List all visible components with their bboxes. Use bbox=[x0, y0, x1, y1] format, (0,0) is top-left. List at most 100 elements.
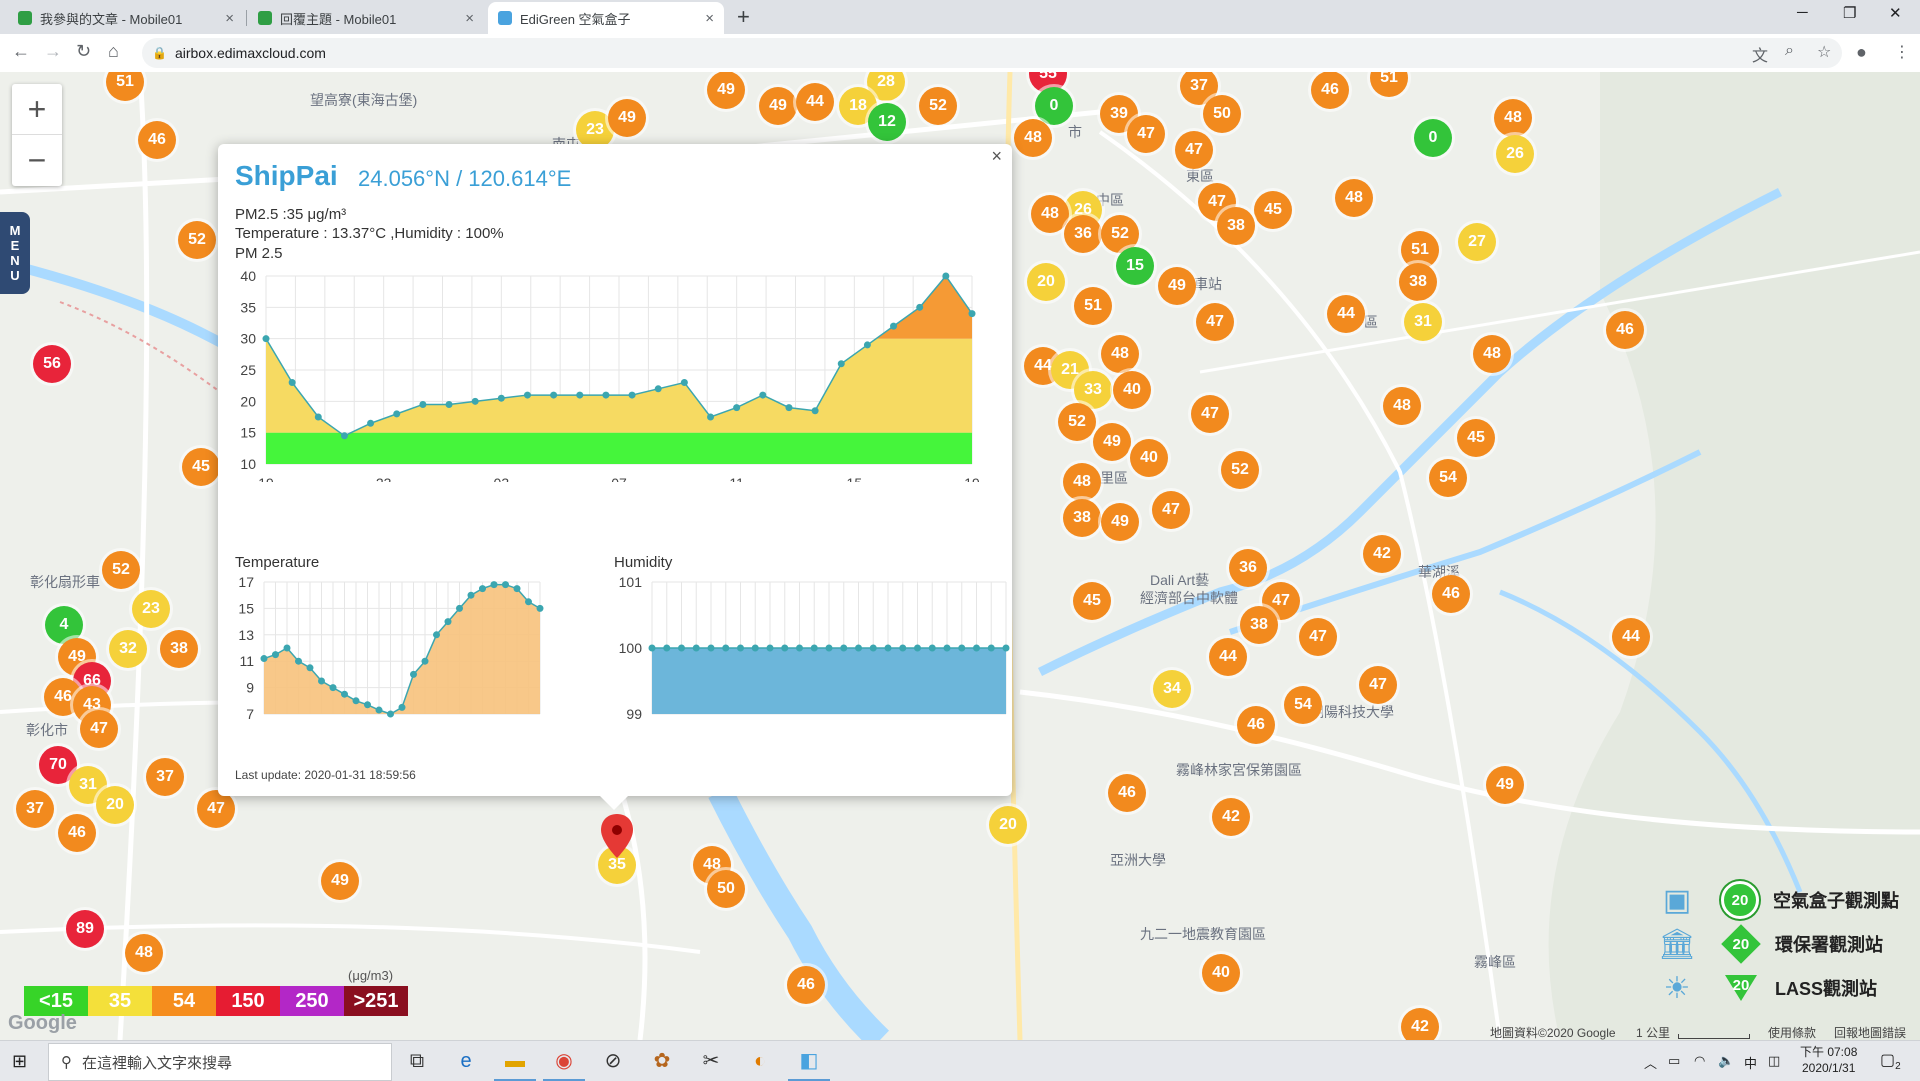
airbox-marker[interactable]: 48 bbox=[1014, 119, 1052, 157]
airbox-marker[interactable]: 44 bbox=[796, 83, 834, 121]
airbox-marker[interactable]: 54 bbox=[1429, 459, 1467, 497]
system-clock[interactable]: 下午 07:08 2020/1/31 bbox=[1800, 1044, 1857, 1076]
notification-icon[interactable]: ▢2 bbox=[1880, 1050, 1901, 1072]
airbox-marker[interactable]: 49 bbox=[759, 87, 797, 125]
airbox-marker[interactable]: 40 bbox=[1202, 954, 1240, 992]
airbox-marker[interactable]: 23 bbox=[132, 590, 170, 628]
airbox-marker[interactable]: 52 bbox=[1058, 403, 1096, 441]
airbox-marker[interactable]: 45 bbox=[1254, 191, 1292, 229]
airbox-marker[interactable]: 47 bbox=[1299, 618, 1337, 656]
airbox-marker[interactable]: 40 bbox=[1113, 371, 1151, 409]
airbox-marker[interactable]: 42 bbox=[1401, 1008, 1439, 1040]
translate-icon[interactable]: 文 bbox=[1752, 42, 1768, 66]
tray-overflow-icon[interactable]: ︿ bbox=[1644, 1053, 1657, 1072]
airbox-marker[interactable]: 44 bbox=[1209, 638, 1247, 676]
airbox-marker[interactable]: 38 bbox=[160, 630, 198, 668]
airbox-marker[interactable]: 48 bbox=[1494, 99, 1532, 137]
ime-indicator[interactable]: 中 bbox=[1744, 1053, 1757, 1072]
airbox-marker[interactable]: 49 bbox=[1101, 503, 1139, 541]
airbox-marker[interactable]: 20 bbox=[96, 786, 134, 824]
airbox-marker[interactable]: 47 bbox=[1359, 666, 1397, 704]
airbox-marker[interactable]: 34 bbox=[1153, 670, 1191, 708]
airbox-marker[interactable]: 47 bbox=[1127, 115, 1165, 153]
reload-icon[interactable]: ↻ bbox=[76, 41, 91, 62]
close-tab-icon[interactable]: × bbox=[225, 10, 234, 27]
airbox-marker[interactable]: 32 bbox=[109, 630, 147, 668]
airbox-marker[interactable]: 38 bbox=[1240, 606, 1278, 644]
popup-close-button[interactable]: × bbox=[991, 146, 1002, 167]
airbox-marker[interactable]: 38 bbox=[1217, 207, 1255, 245]
app-icon-2[interactable]: ✿ bbox=[649, 1048, 675, 1074]
airbox-marker[interactable]: 54 bbox=[1284, 686, 1322, 724]
airbox-marker[interactable]: 52 bbox=[919, 87, 957, 125]
airbox-marker[interactable]: 49 bbox=[1158, 267, 1196, 305]
volume-icon[interactable]: 🔈 bbox=[1718, 1053, 1734, 1069]
airbox-marker[interactable]: 38 bbox=[1063, 499, 1101, 537]
close-tab-icon[interactable]: × bbox=[465, 10, 474, 27]
address-bar[interactable]: 🔒 airbox.edimaxcloud.com bbox=[142, 38, 1842, 68]
menu-button[interactable]: M E N U bbox=[0, 212, 30, 294]
airbox-marker[interactable]: 48 bbox=[1101, 335, 1139, 373]
airbox-marker[interactable]: 49 bbox=[321, 862, 359, 900]
airbox-marker[interactable]: 52 bbox=[1221, 451, 1259, 489]
ime-mode-icon[interactable]: ◫ bbox=[1768, 1053, 1780, 1069]
airbox-marker[interactable]: 49 bbox=[608, 99, 646, 137]
location-pin-icon[interactable] bbox=[600, 814, 634, 860]
airbox-marker[interactable]: 46 bbox=[1108, 774, 1146, 812]
browser-tab-1[interactable]: 我參與的文章 - Mobile01 × bbox=[8, 2, 244, 34]
airbox-marker[interactable]: 0 bbox=[1414, 119, 1452, 157]
airbox-marker[interactable]: 47 bbox=[80, 710, 118, 748]
airbox-marker[interactable]: 48 bbox=[1473, 335, 1511, 373]
airbox-marker[interactable]: 46 bbox=[1237, 706, 1275, 744]
airbox-marker[interactable]: 38 bbox=[1399, 263, 1437, 301]
app-icon-1[interactable]: ⊘ bbox=[600, 1048, 626, 1074]
airbox-marker[interactable]: 26 bbox=[1496, 135, 1534, 173]
airbox-marker[interactable]: 31 bbox=[1404, 303, 1442, 341]
airbox-marker[interactable]: 20 bbox=[1027, 263, 1065, 301]
airbox-marker[interactable]: 47 bbox=[1191, 395, 1229, 433]
airbox-marker[interactable]: 36 bbox=[1229, 549, 1267, 587]
profile-avatar-icon[interactable]: ● bbox=[1856, 42, 1867, 63]
restore-icon[interactable]: ❐ bbox=[1843, 4, 1856, 22]
new-tab-button[interactable]: + bbox=[737, 4, 750, 30]
edge-browser-icon[interactable]: e bbox=[453, 1048, 479, 1074]
airbox-marker[interactable]: 48 bbox=[1063, 463, 1101, 501]
report-map-error-link[interactable]: 回報地圖錯誤 bbox=[1834, 1024, 1906, 1040]
airbox-marker[interactable]: 48 bbox=[1031, 195, 1069, 233]
airbox-marker[interactable]: 49 bbox=[707, 72, 745, 109]
blender-icon[interactable]: ◐ bbox=[747, 1048, 773, 1074]
zoom-in-button[interactable]: + bbox=[12, 84, 62, 134]
back-arrow-icon[interactable]: ← bbox=[12, 41, 30, 62]
chrome-icon[interactable]: ◉ bbox=[543, 1048, 585, 1081]
forward-arrow-icon[interactable]: → bbox=[44, 41, 62, 62]
close-tab-icon[interactable]: × bbox=[705, 10, 714, 27]
battery-icon[interactable]: ▭ bbox=[1668, 1053, 1680, 1069]
minimize-icon[interactable]: ─ bbox=[1797, 4, 1808, 21]
zoom-icon[interactable]: ⌕ bbox=[1785, 42, 1794, 60]
home-icon[interactable]: ⌂ bbox=[108, 41, 119, 62]
wifi-icon[interactable]: ◠ bbox=[1694, 1053, 1705, 1069]
airbox-marker[interactable]: 48 bbox=[1335, 179, 1373, 217]
airbox-marker[interactable]: 50 bbox=[1203, 95, 1241, 133]
airbox-marker[interactable]: 27 bbox=[1458, 223, 1496, 261]
airbox-marker[interactable]: 37 bbox=[16, 790, 54, 828]
task-view-icon[interactable]: ⧉ bbox=[404, 1048, 430, 1074]
airbox-marker[interactable]: 37 bbox=[146, 758, 184, 796]
airbox-marker[interactable]: 40 bbox=[1130, 439, 1168, 477]
zoom-out-button[interactable]: − bbox=[12, 135, 62, 185]
airbox-marker[interactable]: 49 bbox=[1486, 766, 1524, 804]
airbox-marker[interactable]: 0 bbox=[1035, 87, 1073, 125]
airbox-marker[interactable]: 15 bbox=[1116, 247, 1154, 285]
airbox-marker[interactable]: 45 bbox=[1073, 582, 1111, 620]
airbox-marker[interactable]: 48 bbox=[1383, 387, 1421, 425]
airbox-marker[interactable]: 52 bbox=[102, 551, 140, 589]
terms-link[interactable]: 使用條款 bbox=[1768, 1024, 1816, 1040]
airbox-marker[interactable]: 45 bbox=[1457, 419, 1495, 457]
airbox-marker[interactable]: 46 bbox=[1606, 311, 1644, 349]
browser-tab-2[interactable]: 回覆主題 - Mobile01 × bbox=[248, 2, 484, 34]
airbox-marker[interactable]: 42 bbox=[1363, 535, 1401, 573]
airbox-marker[interactable]: 45 bbox=[182, 448, 220, 486]
app-icon-4[interactable]: ◧ bbox=[788, 1048, 830, 1081]
close-window-icon[interactable]: ✕ bbox=[1889, 4, 1902, 22]
airbox-marker[interactable]: 52 bbox=[178, 221, 216, 259]
